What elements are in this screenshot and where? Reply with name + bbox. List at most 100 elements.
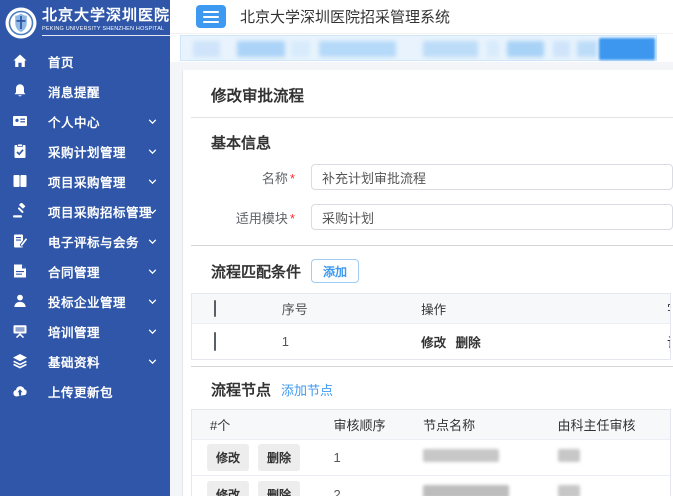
app-window: 北京大学深圳医院 PEKING UNIVERSITY SHENZHEN HOSP… [0, 0, 673, 496]
menu-toggle-button[interactable] [196, 5, 226, 28]
book-icon [12, 173, 28, 189]
modify-button[interactable]: 修改 [207, 444, 249, 471]
contract-icon [12, 263, 28, 279]
modify-action[interactable]: 修改 [421, 336, 446, 350]
sidebar-item-label: 首页 [48, 52, 74, 71]
match-conditions-table: 序号 操作 字 1 修改 删除 计 [191, 293, 671, 360]
add-node-link[interactable]: 添加节点 [281, 380, 333, 399]
hospital-name-en: PEKING UNIVERSITY SHENZHEN HOSPITAL [42, 27, 170, 36]
sidebar-item-training-mgmt[interactable]: 培训管理 [0, 316, 170, 346]
tab-strip-zone [170, 34, 673, 62]
sidebar-menu: 首页 消息提醒 个人中心 采购计划管理 项目采购管理 [0, 46, 170, 406]
sidebar-item-purchase-plan-mgmt[interactable]: 采购计划管理 [0, 136, 170, 166]
select-all-checkbox[interactable] [214, 300, 216, 317]
sidebar-item-messages[interactable]: 消息提醒 [0, 76, 170, 106]
cell-index: 1 [262, 334, 401, 349]
sidebar-item-label: 电子评标与会务 [48, 232, 139, 251]
section-match-conditions-title: 流程匹配条件 [211, 261, 301, 282]
cloud-upload-icon [12, 383, 28, 399]
page-title: 修改审批流程 [211, 84, 673, 106]
chevron-down-icon [147, 146, 158, 157]
cell-clipped: 计 [650, 332, 670, 351]
table-row: 修改 删除 2 [192, 476, 670, 496]
hospital-logo: 北京大学深圳医院 PEKING UNIVERSITY SHENZHEN HOSP… [0, 0, 170, 44]
sidebar-item-bidder-enterprise-mgmt[interactable]: 投标企业管理 [0, 286, 170, 316]
col-header-count: #个 [192, 415, 315, 434]
sidebar-item-upload-update-package[interactable]: 上传更新包 [0, 376, 170, 406]
chevron-down-icon [147, 356, 158, 367]
row-checkbox[interactable] [214, 332, 216, 351]
sidebar: 北京大学深圳医院 PEKING UNIVERSITY SHENZHEN HOSP… [0, 0, 170, 496]
blurred-reviewer-value [558, 485, 580, 496]
active-tab[interactable] [599, 38, 655, 60]
id-card-icon [12, 113, 28, 129]
divider [191, 245, 673, 246]
blurred-tab[interactable] [193, 41, 220, 57]
match-conditions-header: 流程匹配条件 添加 [211, 259, 673, 283]
main-area: 北京大学深圳医院招采管理系统 修改审批流程 基本信息 名称* [170, 0, 673, 496]
sidebar-item-home[interactable]: 首页 [0, 46, 170, 76]
delete-button[interactable]: 删除 [258, 444, 300, 471]
sidebar-item-personal-center[interactable]: 个人中心 [0, 106, 170, 136]
blurred-tab[interactable] [507, 41, 544, 57]
sidebar-item-project-bidding-mgmt[interactable]: 项目采购招标管理 [0, 196, 170, 226]
add-condition-button[interactable]: 添加 [311, 259, 359, 283]
sidebar-item-contract-mgmt[interactable]: 合同管理 [0, 256, 170, 286]
blurred-reviewer-value [558, 449, 580, 462]
gavel-icon [12, 203, 28, 219]
training-icon [12, 323, 28, 339]
blurred-node-name [423, 449, 499, 462]
blurred-tab[interactable] [423, 41, 478, 57]
sidebar-item-label: 项目采购管理 [48, 172, 126, 191]
table-header-row: #个 审核顺序 节点名称 由科主任审核 [192, 410, 670, 440]
form-row-name: 名称* [191, 164, 673, 190]
hospital-emblem-icon [5, 7, 37, 39]
required-asterisk: * [290, 211, 295, 226]
system-title: 北京大学深圳医院招采管理系统 [240, 6, 450, 27]
blurred-tab[interactable] [553, 41, 570, 57]
col-header-actions: 操作 [401, 299, 650, 318]
sidebar-item-label: 采购计划管理 [48, 142, 126, 161]
home-icon [12, 53, 28, 69]
blurred-tab[interactable] [487, 41, 499, 57]
chevron-down-icon [147, 116, 158, 127]
required-asterisk: * [290, 171, 295, 186]
clipboard-icon [12, 143, 28, 159]
delete-button[interactable]: 删除 [258, 481, 300, 496]
chevron-down-icon [147, 236, 158, 247]
sidebar-item-basic-data[interactable]: 基础资料 [0, 346, 170, 376]
layers-icon [12, 353, 28, 369]
sidebar-item-label: 基础资料 [48, 352, 100, 371]
bell-icon [12, 83, 28, 99]
blurred-tab[interactable] [577, 41, 597, 57]
sidebar-item-label: 个人中心 [48, 112, 100, 131]
chevron-down-icon [147, 326, 158, 337]
name-field-label: 名称 [262, 171, 288, 186]
name-input[interactable] [311, 164, 673, 190]
sidebar-item-project-purchase-mgmt[interactable]: 项目采购管理 [0, 166, 170, 196]
cell-order: 2 [315, 487, 405, 496]
module-field-label: 适用模块 [236, 211, 288, 226]
modify-button[interactable]: 修改 [207, 481, 249, 496]
sidebar-item-label: 项目采购招标管理 [48, 202, 152, 221]
sidebar-item-label: 培训管理 [48, 322, 100, 341]
hospital-name: 北京大学深圳医院 [42, 9, 170, 24]
table-row: 1 修改 删除 计 [192, 324, 670, 359]
applicable-module-input[interactable] [311, 204, 673, 230]
edit-doc-icon [12, 233, 28, 249]
blurred-tab[interactable] [319, 41, 396, 57]
chevron-down-icon [147, 206, 158, 217]
blurred-tab[interactable] [237, 41, 285, 57]
table-header-row: 序号 操作 字 [192, 294, 670, 324]
top-header: 北京大学深圳医院招采管理系统 [170, 0, 673, 34]
delete-action[interactable]: 删除 [456, 336, 481, 350]
divider [191, 366, 673, 367]
sidebar-item-label: 上传更新包 [48, 382, 113, 401]
sidebar-item-label: 消息提醒 [48, 82, 100, 101]
process-nodes-header: 流程节点 添加节点 [211, 377, 673, 401]
blurred-tab[interactable] [291, 41, 310, 57]
col-header-reviewer: 由科主任审核 [540, 415, 670, 434]
table-row: 修改 删除 1 [192, 440, 670, 476]
sidebar-item-e-evaluation[interactable]: 电子评标与会务 [0, 226, 170, 256]
breadcrumb-tab-strip [180, 35, 657, 61]
